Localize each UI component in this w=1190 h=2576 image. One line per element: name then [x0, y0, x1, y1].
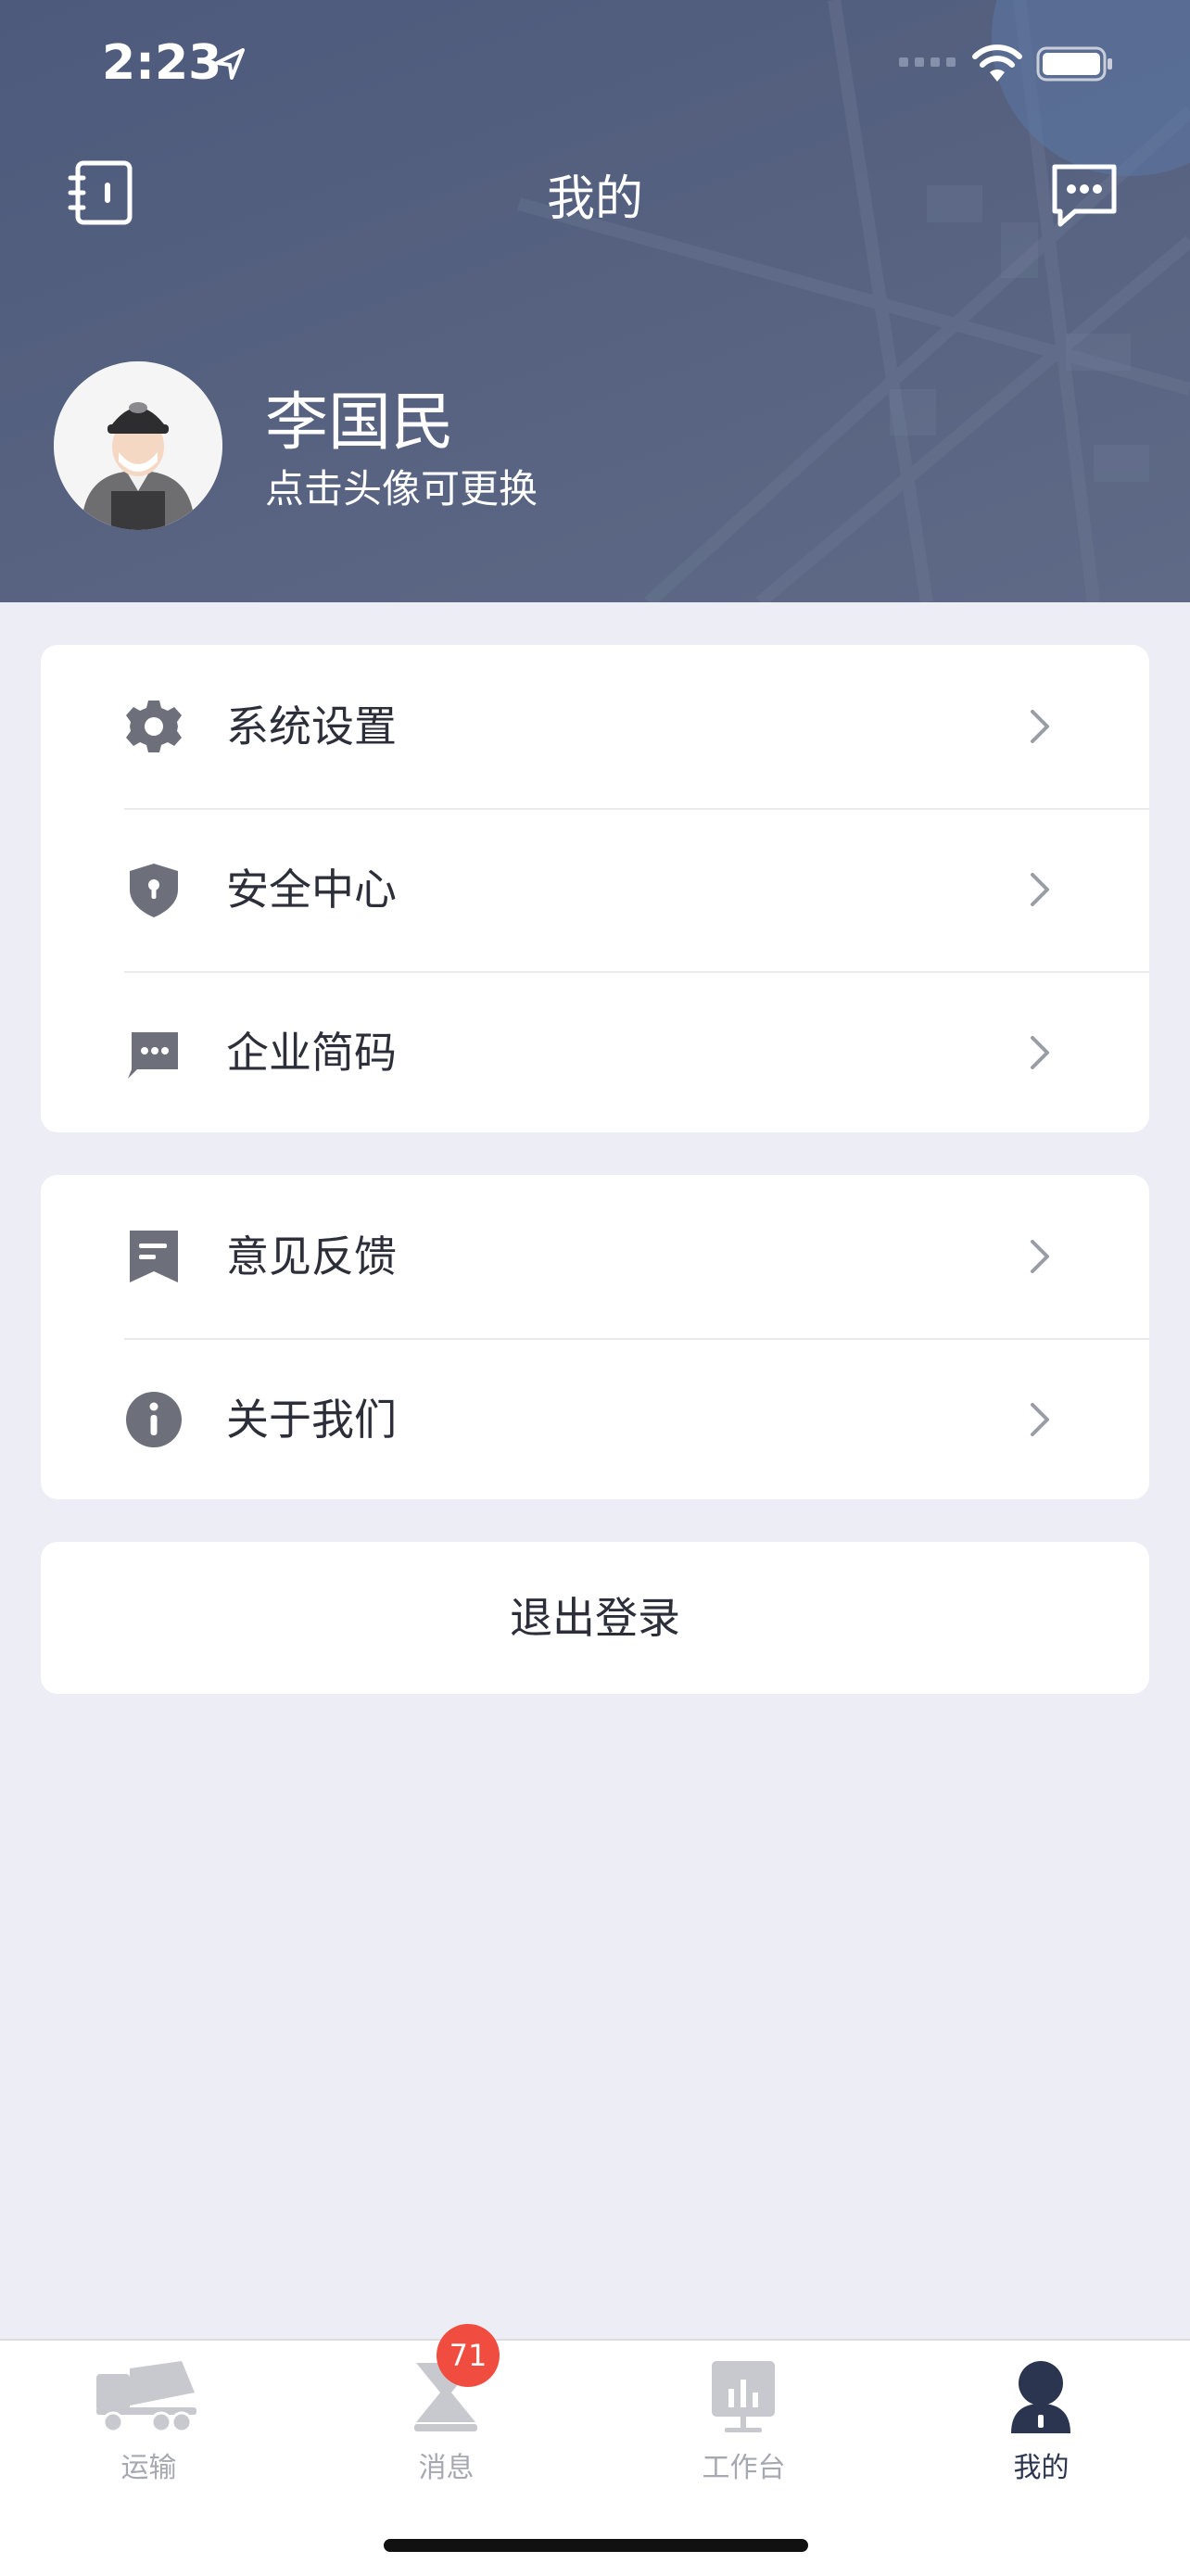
chevron-right-icon — [1031, 1240, 1049, 1273]
logout-label: 退出登录 — [510, 1593, 680, 1643]
settings-menu-card: 系统设置 安全中心 企业简码 — [41, 645, 1149, 1132]
chat-bubble-icon — [128, 1032, 178, 1079]
tab-label: 运输 — [120, 2452, 177, 2484]
chevron-right-icon — [1031, 873, 1049, 906]
about-menu-card: 意见反馈 关于我们 — [41, 1175, 1149, 1499]
tab-workbench[interactable]: 工作台 — [595, 2341, 892, 2489]
workbench-icon — [712, 2361, 775, 2432]
menu-item-label: 关于我们 — [226, 1395, 397, 1445]
tab-label: 工作台 — [702, 2452, 786, 2484]
tab-label: 消息 — [418, 2452, 475, 2484]
avatar-change-hint: 点击头像可更换 — [265, 466, 538, 511]
profile-icon — [1011, 2361, 1070, 2433]
home-indicator — [384, 2539, 808, 2552]
avatar-person-icon — [54, 361, 222, 530]
shield-icon — [130, 864, 178, 917]
truck-icon — [96, 2361, 196, 2433]
menu-item-label: 安全中心 — [226, 865, 397, 915]
tab-mine[interactable]: 我的 — [892, 2341, 1190, 2489]
battery-icon — [1036, 46, 1112, 82]
info-icon — [126, 1392, 182, 1447]
chevron-right-icon — [1031, 1403, 1049, 1436]
chevron-right-icon — [1031, 710, 1049, 743]
message-bubble-icon[interactable] — [1047, 159, 1121, 234]
gear-icon — [126, 701, 182, 752]
cellular-signal-icon — [899, 57, 956, 67]
location-arrow-icon — [215, 48, 245, 80]
chevron-right-icon — [1031, 1036, 1049, 1069]
avatar[interactable] — [54, 361, 222, 530]
tab-label: 我的 — [1013, 2452, 1070, 2484]
page-title: 我的 — [546, 171, 643, 227]
menu-item-label: 系统设置 — [226, 701, 397, 751]
menu-item-label: 企业简码 — [226, 1028, 397, 1078]
wifi-icon — [972, 44, 1022, 82]
menu-item-security-center[interactable]: 安全中心 — [41, 808, 1149, 971]
unread-count-badge: 71 — [437, 2324, 500, 2387]
menu-item-feedback[interactable]: 意见反馈 — [41, 1175, 1149, 1338]
tab-transport[interactable]: 运输 — [0, 2341, 298, 2489]
user-name: 李国民 — [265, 386, 455, 460]
status-time: 2:23 — [102, 35, 222, 91]
logout-button[interactable]: 退出登录 — [41, 1542, 1149, 1694]
profile-header: 2:23 我的 李国民 点击头像可更换 — [0, 0, 1190, 602]
menu-item-company-code[interactable]: 企业简码 — [41, 971, 1149, 1134]
menu-item-label: 意见反馈 — [226, 1231, 397, 1282]
menu-item-system-settings[interactable]: 系统设置 — [41, 645, 1149, 808]
status-bar: 2:23 — [0, 0, 1190, 130]
feedback-icon — [130, 1231, 178, 1282]
menu-item-about-us[interactable]: 关于我们 — [41, 1338, 1149, 1501]
